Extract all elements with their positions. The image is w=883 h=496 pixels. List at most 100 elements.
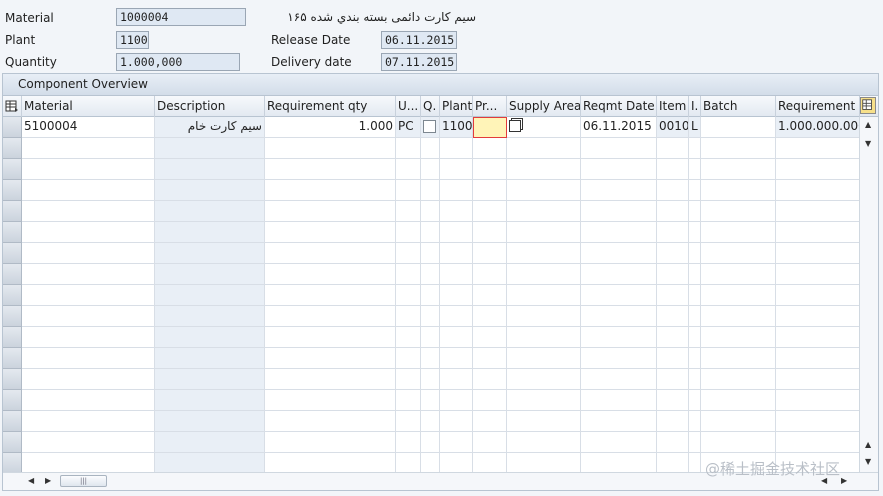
empty-cell[interactable] [776, 222, 859, 243]
empty-cell[interactable] [473, 201, 507, 222]
empty-cell[interactable] [657, 180, 689, 201]
empty-cell[interactable] [421, 243, 440, 264]
table-settings-icon[interactable] [860, 97, 876, 114]
empty-cell[interactable] [657, 285, 689, 306]
empty-cell[interactable] [265, 369, 396, 390]
empty-cell[interactable] [657, 264, 689, 285]
empty-cell[interactable] [396, 327, 421, 348]
row-selector[interactable] [3, 453, 22, 472]
row-selector[interactable] [3, 264, 22, 285]
empty-cell[interactable] [22, 180, 155, 201]
empty-cell[interactable] [265, 243, 396, 264]
empty-cell[interactable] [689, 432, 701, 453]
empty-cell[interactable] [776, 327, 859, 348]
empty-cell[interactable] [396, 138, 421, 159]
empty-cell[interactable] [701, 243, 776, 264]
quantity-fixed-checkbox[interactable] [423, 120, 436, 133]
empty-cell[interactable] [396, 348, 421, 369]
empty-cell[interactable] [581, 243, 657, 264]
empty-cell[interactable] [701, 327, 776, 348]
empty-cell[interactable] [265, 285, 396, 306]
empty-cell[interactable] [657, 138, 689, 159]
empty-cell[interactable] [155, 159, 265, 180]
empty-cell[interactable] [440, 285, 473, 306]
empty-cell[interactable] [155, 327, 265, 348]
empty-cell[interactable] [421, 432, 440, 453]
empty-cell[interactable] [473, 411, 507, 432]
empty-cell[interactable] [507, 222, 581, 243]
empty-cell[interactable] [440, 138, 473, 159]
empty-cell[interactable] [701, 222, 776, 243]
empty-cell[interactable] [396, 453, 421, 472]
empty-cell[interactable] [22, 453, 155, 472]
row-selector[interactable] [3, 306, 22, 327]
empty-cell[interactable] [155, 138, 265, 159]
empty-cell[interactable] [396, 285, 421, 306]
empty-cell[interactable] [689, 138, 701, 159]
empty-cell[interactable] [440, 180, 473, 201]
delivery-date-field[interactable]: 07.11.2015 [381, 53, 457, 71]
select-columns-icon[interactable] [5, 99, 19, 113]
empty-cell[interactable] [421, 453, 440, 472]
empty-cell[interactable] [776, 369, 859, 390]
row-selector[interactable] [3, 411, 22, 432]
empty-cell[interactable] [421, 327, 440, 348]
empty-cell[interactable] [701, 264, 776, 285]
empty-cell[interactable] [701, 306, 776, 327]
row-selector[interactable] [3, 285, 22, 306]
horizontal-scroll-thumb[interactable]: ||| [60, 475, 107, 487]
empty-cell[interactable] [440, 390, 473, 411]
col-plant[interactable]: Plant [440, 96, 473, 117]
empty-cell[interactable] [473, 306, 507, 327]
empty-cell[interactable] [265, 222, 396, 243]
empty-cell[interactable] [507, 180, 581, 201]
empty-cell[interactable] [507, 327, 581, 348]
empty-cell[interactable] [776, 159, 859, 180]
col-material[interactable]: Material [22, 96, 155, 117]
scroll-down-bottom-icon[interactable]: ▼ [865, 457, 871, 466]
col-item-category[interactable]: I. [689, 96, 701, 117]
empty-cell[interactable] [581, 453, 657, 472]
col-requirement-qty[interactable]: Requirement qty [265, 96, 396, 117]
empty-cell[interactable] [473, 432, 507, 453]
empty-cell[interactable] [155, 369, 265, 390]
row-selector[interactable] [3, 159, 22, 180]
empty-cell[interactable] [396, 306, 421, 327]
empty-cell[interactable] [701, 180, 776, 201]
row-selector[interactable] [3, 432, 22, 453]
empty-cell[interactable] [689, 369, 701, 390]
empty-cell[interactable] [396, 180, 421, 201]
empty-cell[interactable] [440, 159, 473, 180]
col-q[interactable]: Q. [421, 96, 440, 117]
empty-cell[interactable] [507, 453, 581, 472]
empty-cell[interactable] [581, 222, 657, 243]
empty-cell[interactable] [22, 390, 155, 411]
empty-cell[interactable] [473, 243, 507, 264]
empty-cell[interactable] [657, 243, 689, 264]
cell-item_cat[interactable]: L [689, 117, 701, 138]
scroll-right-end2-icon[interactable]: ▶ [841, 476, 847, 485]
empty-cell[interactable] [689, 264, 701, 285]
empty-cell[interactable] [265, 264, 396, 285]
empty-cell[interactable] [657, 453, 689, 472]
quantity-field[interactable]: 1.000,000 [116, 53, 240, 71]
empty-cell[interactable] [396, 222, 421, 243]
scroll-up-bottom-icon[interactable]: ▲ [865, 440, 871, 449]
empty-cell[interactable] [776, 243, 859, 264]
empty-cell[interactable] [657, 348, 689, 369]
empty-cell[interactable] [507, 306, 581, 327]
col-reqmt-date[interactable]: Reqmt Date [581, 96, 657, 117]
empty-cell[interactable] [22, 285, 155, 306]
empty-cell[interactable] [396, 264, 421, 285]
empty-cell[interactable] [473, 180, 507, 201]
empty-cell[interactable] [265, 180, 396, 201]
empty-cell[interactable] [776, 201, 859, 222]
empty-cell[interactable] [396, 243, 421, 264]
empty-cell[interactable] [265, 411, 396, 432]
empty-cell[interactable] [689, 411, 701, 432]
row-selector[interactable] [3, 180, 22, 201]
empty-cell[interactable] [473, 327, 507, 348]
empty-cell[interactable] [396, 432, 421, 453]
col-pr[interactable]: Pr... [473, 96, 507, 117]
empty-cell[interactable] [421, 411, 440, 432]
